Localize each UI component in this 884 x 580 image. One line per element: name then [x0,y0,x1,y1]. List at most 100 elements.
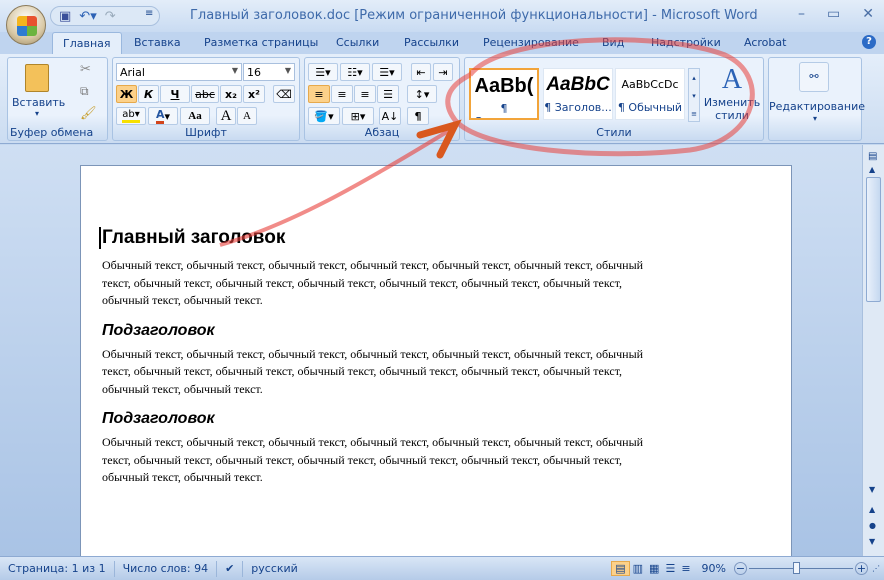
tab-acrobat[interactable]: Acrobat [744,36,786,49]
document-subheading: Подзаголовок [102,410,215,427]
redo-icon[interactable]: ↷ [105,9,116,24]
ruler-toggle-icon[interactable]: ▤ [868,151,877,162]
multilevel-list-button[interactable]: ☰▾ [372,63,402,81]
previous-page-icon[interactable]: ▲ [869,505,875,514]
grow-font-button[interactable]: A [216,107,236,125]
tab-references[interactable]: Ссылки [336,36,379,49]
page-count[interactable]: Страница: 1 из 1 [0,560,115,577]
paint-bucket-icon: 🪣 [314,109,329,123]
line-spacing-button[interactable]: ↕▾ [407,85,437,103]
subscript-button[interactable]: x₂ [220,85,242,103]
customize-qat-icon[interactable]: ≡ [145,8,153,19]
paste-button[interactable]: Вставить ▾ [12,62,65,122]
help-icon[interactable]: ? [862,35,876,49]
borders-button[interactable]: ⊞▾ [342,107,374,125]
style-normal[interactable]: AaBbCcDc ¶ Обычный [615,68,685,120]
zoom-slider-thumb[interactable] [792,562,800,574]
clipboard-group-label: Буфер обмена [10,126,94,139]
sort-button[interactable]: A↓ [379,107,401,125]
font-color-button[interactable]: A ▾ [148,107,178,125]
tab-home[interactable]: Главная [52,32,122,55]
show-formatting-button[interactable]: ¶ [407,107,429,125]
save-icon[interactable]: ▣ [59,9,71,24]
bullets-button[interactable]: ☰▾ [308,63,338,81]
resize-grip-icon[interactable]: ⋰ [872,564,880,573]
shading-button[interactable]: 🪣 ▾ [308,107,340,125]
font-name-select[interactable]: Arial ▼ [116,63,242,81]
proofing-icon[interactable]: ✔ [217,560,244,577]
shrink-font-button[interactable]: A [237,107,257,125]
format-painter-icon[interactable]: 🖌 [80,106,97,121]
clear-formatting-button[interactable]: ⌫ [273,85,295,103]
view-draft-icon[interactable]: ≡ [678,562,693,575]
align-left-button[interactable]: ≡ [308,85,330,103]
language[interactable]: русский [243,561,306,577]
align-right-button[interactable]: ≡ [354,85,376,103]
vertical-scrollbar[interactable]: ▤ ▲ ▼ ▲ ● ▼ [862,145,884,556]
scroll-thumb[interactable] [866,177,881,302]
underline-button[interactable]: Ч [160,85,190,103]
word-count[interactable]: Число слов: 94 [115,560,218,577]
scroll-down-icon[interactable]: ▼ [869,485,875,494]
office-logo-icon [17,16,37,36]
italic-button[interactable]: К [138,85,159,103]
style-heading1[interactable]: AaBb( ¶ Заголов... [469,68,539,120]
undo-icon[interactable]: ↶▾ [79,9,96,24]
zoom-in-icon[interactable]: + [855,562,868,575]
bold-button[interactable]: Ж [116,85,137,103]
document-content[interactable]: Главный заголовок Обычный текст, обычный… [99,227,662,487]
change-styles-button[interactable]: A Изменить стили [703,64,761,122]
tab-insert[interactable]: Вставка [134,36,181,49]
binoculars-icon: ⚯ [799,62,829,92]
document-subheading: Подзаголовок [102,321,215,339]
body-paragraph: Обычный текст, обычный текст, обычный те… [102,435,644,484]
office-button[interactable] [6,5,46,45]
font-color-icon: A [155,108,165,124]
tab-mailings[interactable]: Рассылки [404,36,459,49]
body-paragraph: Обычный текст, обычный текст, обычный те… [102,346,644,396]
styles-gallery-scroll[interactable]: ▴ ▾ ≡ [688,68,700,122]
paragraph-group: ☰▾ ☷▾ ☰▾ ⇤ ⇥ ≡ ≡ ≡ ☰ ↕▾ 🪣 ▾ ⊞▾ A↓ ¶ Абзац [304,57,460,141]
highlight-button[interactable]: ab▾ [116,107,146,125]
zoom-slider[interactable] [749,562,853,575]
cut-icon[interactable]: ✂ [80,62,91,77]
minimize-button[interactable]: – [798,6,805,22]
editing-group[interactable]: ⚯ Редактирование ▾ [768,57,865,141]
justify-button[interactable]: ☰ [377,85,399,103]
superscript-button[interactable]: x² [243,85,265,103]
view-web-icon[interactable]: ▦ [646,562,662,575]
change-case-button[interactable]: Aa [180,107,210,125]
zoom-level[interactable]: 90% [702,562,726,575]
styles-group-label: Стили [596,126,632,139]
document-area: Главный заголовок Обычный текст, обычный… [0,145,862,565]
view-print-layout-icon[interactable]: ▤ [611,561,630,576]
decrease-indent-button[interactable]: ⇤ [411,63,431,81]
close-button[interactable]: ✕ [862,6,874,22]
copy-icon[interactable]: ⧉ [80,84,89,99]
strikethrough-button[interactable]: abc [191,85,219,103]
numbering-button[interactable]: ☷▾ [340,63,370,81]
view-outline-icon[interactable]: ☰ [662,562,678,575]
paragraph-group-label: Абзац [364,126,400,139]
tab-page-layout[interactable]: Разметка страницы [204,36,318,49]
increase-indent-button[interactable]: ⇥ [433,63,453,81]
align-center-button[interactable]: ≡ [331,85,353,103]
tab-review[interactable]: Рецензирование [483,36,579,49]
clipboard-group: Вставить ▾ ✂ ⧉ 🖌 Буфер обмена [7,57,108,141]
next-page-icon[interactable]: ▼ [869,537,875,546]
maximize-button[interactable]: ▭ [827,6,840,22]
change-styles-icon: A [721,64,743,95]
ribbon: Вставить ▾ ✂ ⧉ 🖌 Буфер обмена Arial ▼ 16 ▼… [0,54,884,144]
font-size-select[interactable]: 16 ▼ [243,63,295,81]
tab-view[interactable]: Вид [602,36,624,49]
style-heading2[interactable]: AaBbC ¶ Заголов... [543,68,613,120]
highlighter-icon: ab▾ [122,109,140,123]
document-heading: Главный заголовок [99,227,662,249]
view-full-screen-icon[interactable]: ▥ [630,562,646,575]
browse-object-icon[interactable]: ● [869,521,876,530]
clipboard-icon [25,64,49,92]
zoom-out-icon[interactable]: − [734,562,747,575]
tab-addins[interactable]: Надстройки [651,36,721,49]
scroll-up-icon[interactable]: ▲ [869,165,875,174]
ribbon-tabs: Главная Вставка Разметка страницы Ссылки… [0,32,884,55]
